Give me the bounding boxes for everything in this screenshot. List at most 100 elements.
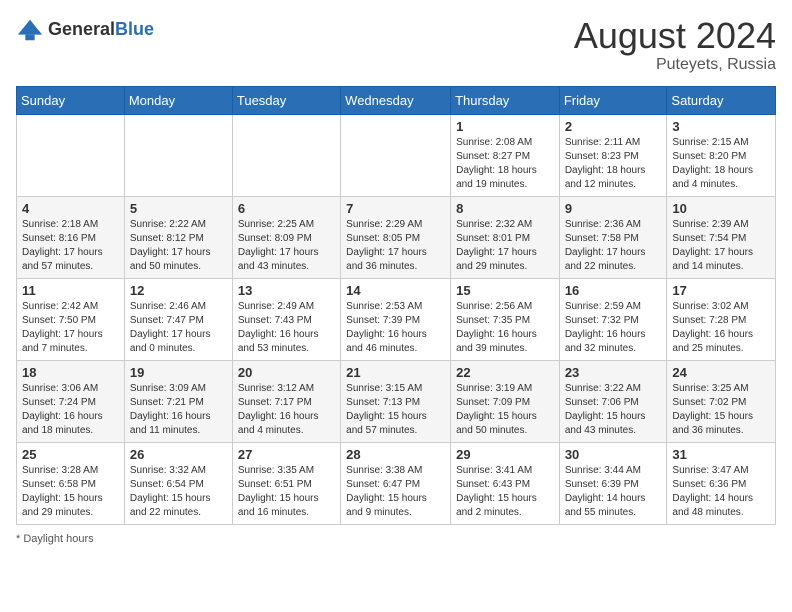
day-number: 26 (130, 447, 227, 462)
day-number: 4 (22, 201, 119, 216)
day-number: 17 (672, 283, 770, 298)
day-number: 22 (456, 365, 554, 380)
day-number: 12 (130, 283, 227, 298)
day-number: 25 (22, 447, 119, 462)
day-info: Sunrise: 2:18 AMSunset: 8:16 PMDaylight:… (22, 218, 119, 274)
day-number: 30 (565, 447, 662, 462)
col-wednesday: Wednesday (341, 86, 451, 114)
calendar-cell: 18Sunrise: 3:06 AMSunset: 7:24 PMDayligh… (17, 360, 125, 442)
day-info: Sunrise: 3:19 AMSunset: 7:09 PMDaylight:… (456, 382, 554, 438)
day-number: 28 (346, 447, 445, 462)
day-info: Sunrise: 3:09 AMSunset: 7:21 PMDaylight:… (130, 382, 227, 438)
day-info: Sunrise: 2:29 AMSunset: 8:05 PMDaylight:… (346, 218, 445, 274)
day-info: Sunrise: 3:35 AMSunset: 6:51 PMDaylight:… (238, 464, 335, 520)
day-info: Sunrise: 3:25 AMSunset: 7:02 PMDaylight:… (672, 382, 770, 438)
calendar-cell: 2Sunrise: 2:11 AMSunset: 8:23 PMDaylight… (559, 114, 667, 196)
day-info: Sunrise: 3:32 AMSunset: 6:54 PMDaylight:… (130, 464, 227, 520)
calendar-cell: 23 Sunrise: 3:22 AMSunset: 7:06 PMDayligh… (559, 360, 667, 442)
col-thursday: Thursday (451, 86, 560, 114)
footer-note: * Daylight hours (16, 533, 776, 545)
location-subtitle: Puteyets, Russia (574, 56, 776, 74)
col-tuesday: Tuesday (232, 86, 340, 114)
day-info: Sunrise: 2:08 AMSunset: 8:27 PMDaylight:… (456, 136, 554, 192)
day-info: Sunrise: 3:28 AMSunset: 6:58 PMDaylight:… (22, 464, 119, 520)
day-info: Sunrise: 3:47 AMSunset: 6:36 PMDaylight:… (672, 464, 770, 520)
calendar-week-row: 1 Sunrise: 2:08 AMSunset: 8:27 PMDaylight… (17, 114, 776, 196)
day-number: 2 (565, 119, 662, 134)
calendar-cell: 14Sunrise: 2:53 AMSunset: 7:39 PMDayligh… (341, 278, 451, 360)
col-sunday: Sunday (17, 86, 125, 114)
day-number: 16 (565, 283, 662, 298)
day-info: Sunrise: 3:44 AMSunset: 6:39 PMDaylight:… (565, 464, 662, 520)
day-info: Sunrise: 2:49 AMSunset: 7:43 PMDaylight:… (238, 300, 335, 356)
day-info: Sunrise: 2:36 AMSunset: 7:58 PMDaylight:… (565, 218, 662, 274)
day-info: Sunrise: 3:12 AMSunset: 7:17 PMDaylight:… (238, 382, 335, 438)
day-number: 24 (672, 365, 770, 380)
day-number: 15 (456, 283, 554, 298)
logo-text-blue: Blue (115, 19, 154, 39)
calendar-cell: 31 Sunrise: 3:47 AMSunset: 6:36 PMDayligh… (667, 442, 776, 524)
calendar-table: Sunday Monday Tuesday Wednesday Thursday… (16, 86, 776, 525)
day-info: Sunrise: 3:41 AMSunset: 6:43 PMDaylight:… (456, 464, 554, 520)
day-number: 1 (456, 119, 554, 134)
calendar-cell: 29 Sunrise: 3:41 AMSunset: 6:43 PMDayligh… (451, 442, 560, 524)
calendar-cell: 1 Sunrise: 2:08 AMSunset: 8:27 PMDaylight… (451, 114, 560, 196)
day-number: 19 (130, 365, 227, 380)
page-header: GeneralBlue August 2024 Puteyets, Russia (16, 16, 776, 74)
day-info: Sunrise: 2:42 AMSunset: 7:50 PMDaylight:… (22, 300, 119, 356)
day-info: Sunrise: 2:15 AMSunset: 8:20 PMDaylight:… (672, 136, 770, 192)
day-info: Sunrise: 3:02 AMSunset: 7:28 PMDaylight:… (672, 300, 770, 356)
calendar-cell: 10 Sunrise: 2:39 AMSunset: 7:54 PMDayligh… (667, 196, 776, 278)
day-number: 20 (238, 365, 335, 380)
logo: GeneralBlue (16, 16, 154, 44)
calendar-cell: 28Sunrise: 3:38 AMSunset: 6:47 PMDayligh… (341, 442, 451, 524)
calendar-cell: 17 Sunrise: 3:02 AMSunset: 7:28 PMDayligh… (667, 278, 776, 360)
calendar-cell: 16 Sunrise: 2:59 AMSunset: 7:32 PMDayligh… (559, 278, 667, 360)
day-info: Sunrise: 2:46 AMSunset: 7:47 PMDaylight:… (130, 300, 227, 356)
calendar-cell: 19 Sunrise: 3:09 AMSunset: 7:21 PMDayligh… (124, 360, 232, 442)
calendar-cell: 8Sunrise: 2:32 AMSunset: 8:01 PMDaylight… (451, 196, 560, 278)
calendar-cell: 13 Sunrise: 2:49 AMSunset: 7:43 PMDayligh… (232, 278, 340, 360)
col-saturday: Saturday (667, 86, 776, 114)
calendar-cell: 15 Sunrise: 2:56 AMSunset: 7:35 PMDayligh… (451, 278, 560, 360)
calendar-cell: 9Sunrise: 2:36 AMSunset: 7:58 PMDaylight… (559, 196, 667, 278)
day-info: Sunrise: 2:59 AMSunset: 7:32 PMDaylight:… (565, 300, 662, 356)
day-info: Sunrise: 3:22 AMSunset: 7:06 PMDaylight:… (565, 382, 662, 438)
calendar-week-row: 11Sunrise: 2:42 AMSunset: 7:50 PMDayligh… (17, 278, 776, 360)
calendar-cell: 30 Sunrise: 3:44 AMSunset: 6:39 PMDayligh… (559, 442, 667, 524)
day-number: 6 (238, 201, 335, 216)
day-number: 21 (346, 365, 445, 380)
calendar-cell: 25 Sunrise: 3:28 AMSunset: 6:58 PMDayligh… (17, 442, 125, 524)
day-number: 23 (565, 365, 662, 380)
day-info: Sunrise: 2:56 AMSunset: 7:35 PMDaylight:… (456, 300, 554, 356)
col-friday: Friday (559, 86, 667, 114)
day-info: Sunrise: 2:25 AMSunset: 8:09 PMDaylight:… (238, 218, 335, 274)
col-monday: Monday (124, 86, 232, 114)
calendar-cell: 27Sunrise: 3:35 AMSunset: 6:51 PMDayligh… (232, 442, 340, 524)
day-number: 18 (22, 365, 119, 380)
calendar-cell: 26 Sunrise: 3:32 AMSunset: 6:54 PMDayligh… (124, 442, 232, 524)
logo-text-general: General (48, 19, 115, 39)
day-number: 31 (672, 447, 770, 462)
calendar-week-row: 25 Sunrise: 3:28 AMSunset: 6:58 PMDayligh… (17, 442, 776, 524)
calendar-cell: 11Sunrise: 2:42 AMSunset: 7:50 PMDayligh… (17, 278, 125, 360)
calendar-cell: 7Sunrise: 2:29 AMSunset: 8:05 PMDaylight… (341, 196, 451, 278)
calendar-cell: 3 Sunrise: 2:15 AMSunset: 8:20 PMDaylight… (667, 114, 776, 196)
calendar-cell: 21Sunrise: 3:15 AMSunset: 7:13 PMDayligh… (341, 360, 451, 442)
calendar-week-row: 4 Sunrise: 2:18 AMSunset: 8:16 PMDaylight… (17, 196, 776, 278)
day-info: Sunrise: 2:53 AMSunset: 7:39 PMDaylight:… (346, 300, 445, 356)
calendar-cell (341, 114, 451, 196)
calendar-cell: 24 Sunrise: 3:25 AMSunset: 7:02 PMDayligh… (667, 360, 776, 442)
calendar-cell: 4 Sunrise: 2:18 AMSunset: 8:16 PMDaylight… (17, 196, 125, 278)
day-number: 10 (672, 201, 770, 216)
day-number: 3 (672, 119, 770, 134)
day-number: 13 (238, 283, 335, 298)
day-number: 29 (456, 447, 554, 462)
logo-icon (16, 16, 44, 44)
day-info: Sunrise: 2:39 AMSunset: 7:54 PMDaylight:… (672, 218, 770, 274)
calendar-week-row: 18Sunrise: 3:06 AMSunset: 7:24 PMDayligh… (17, 360, 776, 442)
day-number: 5 (130, 201, 227, 216)
calendar-cell: 6 Sunrise: 2:25 AMSunset: 8:09 PMDaylight… (232, 196, 340, 278)
day-number: 8 (456, 201, 554, 216)
month-year-title: August 2024 (574, 16, 776, 56)
